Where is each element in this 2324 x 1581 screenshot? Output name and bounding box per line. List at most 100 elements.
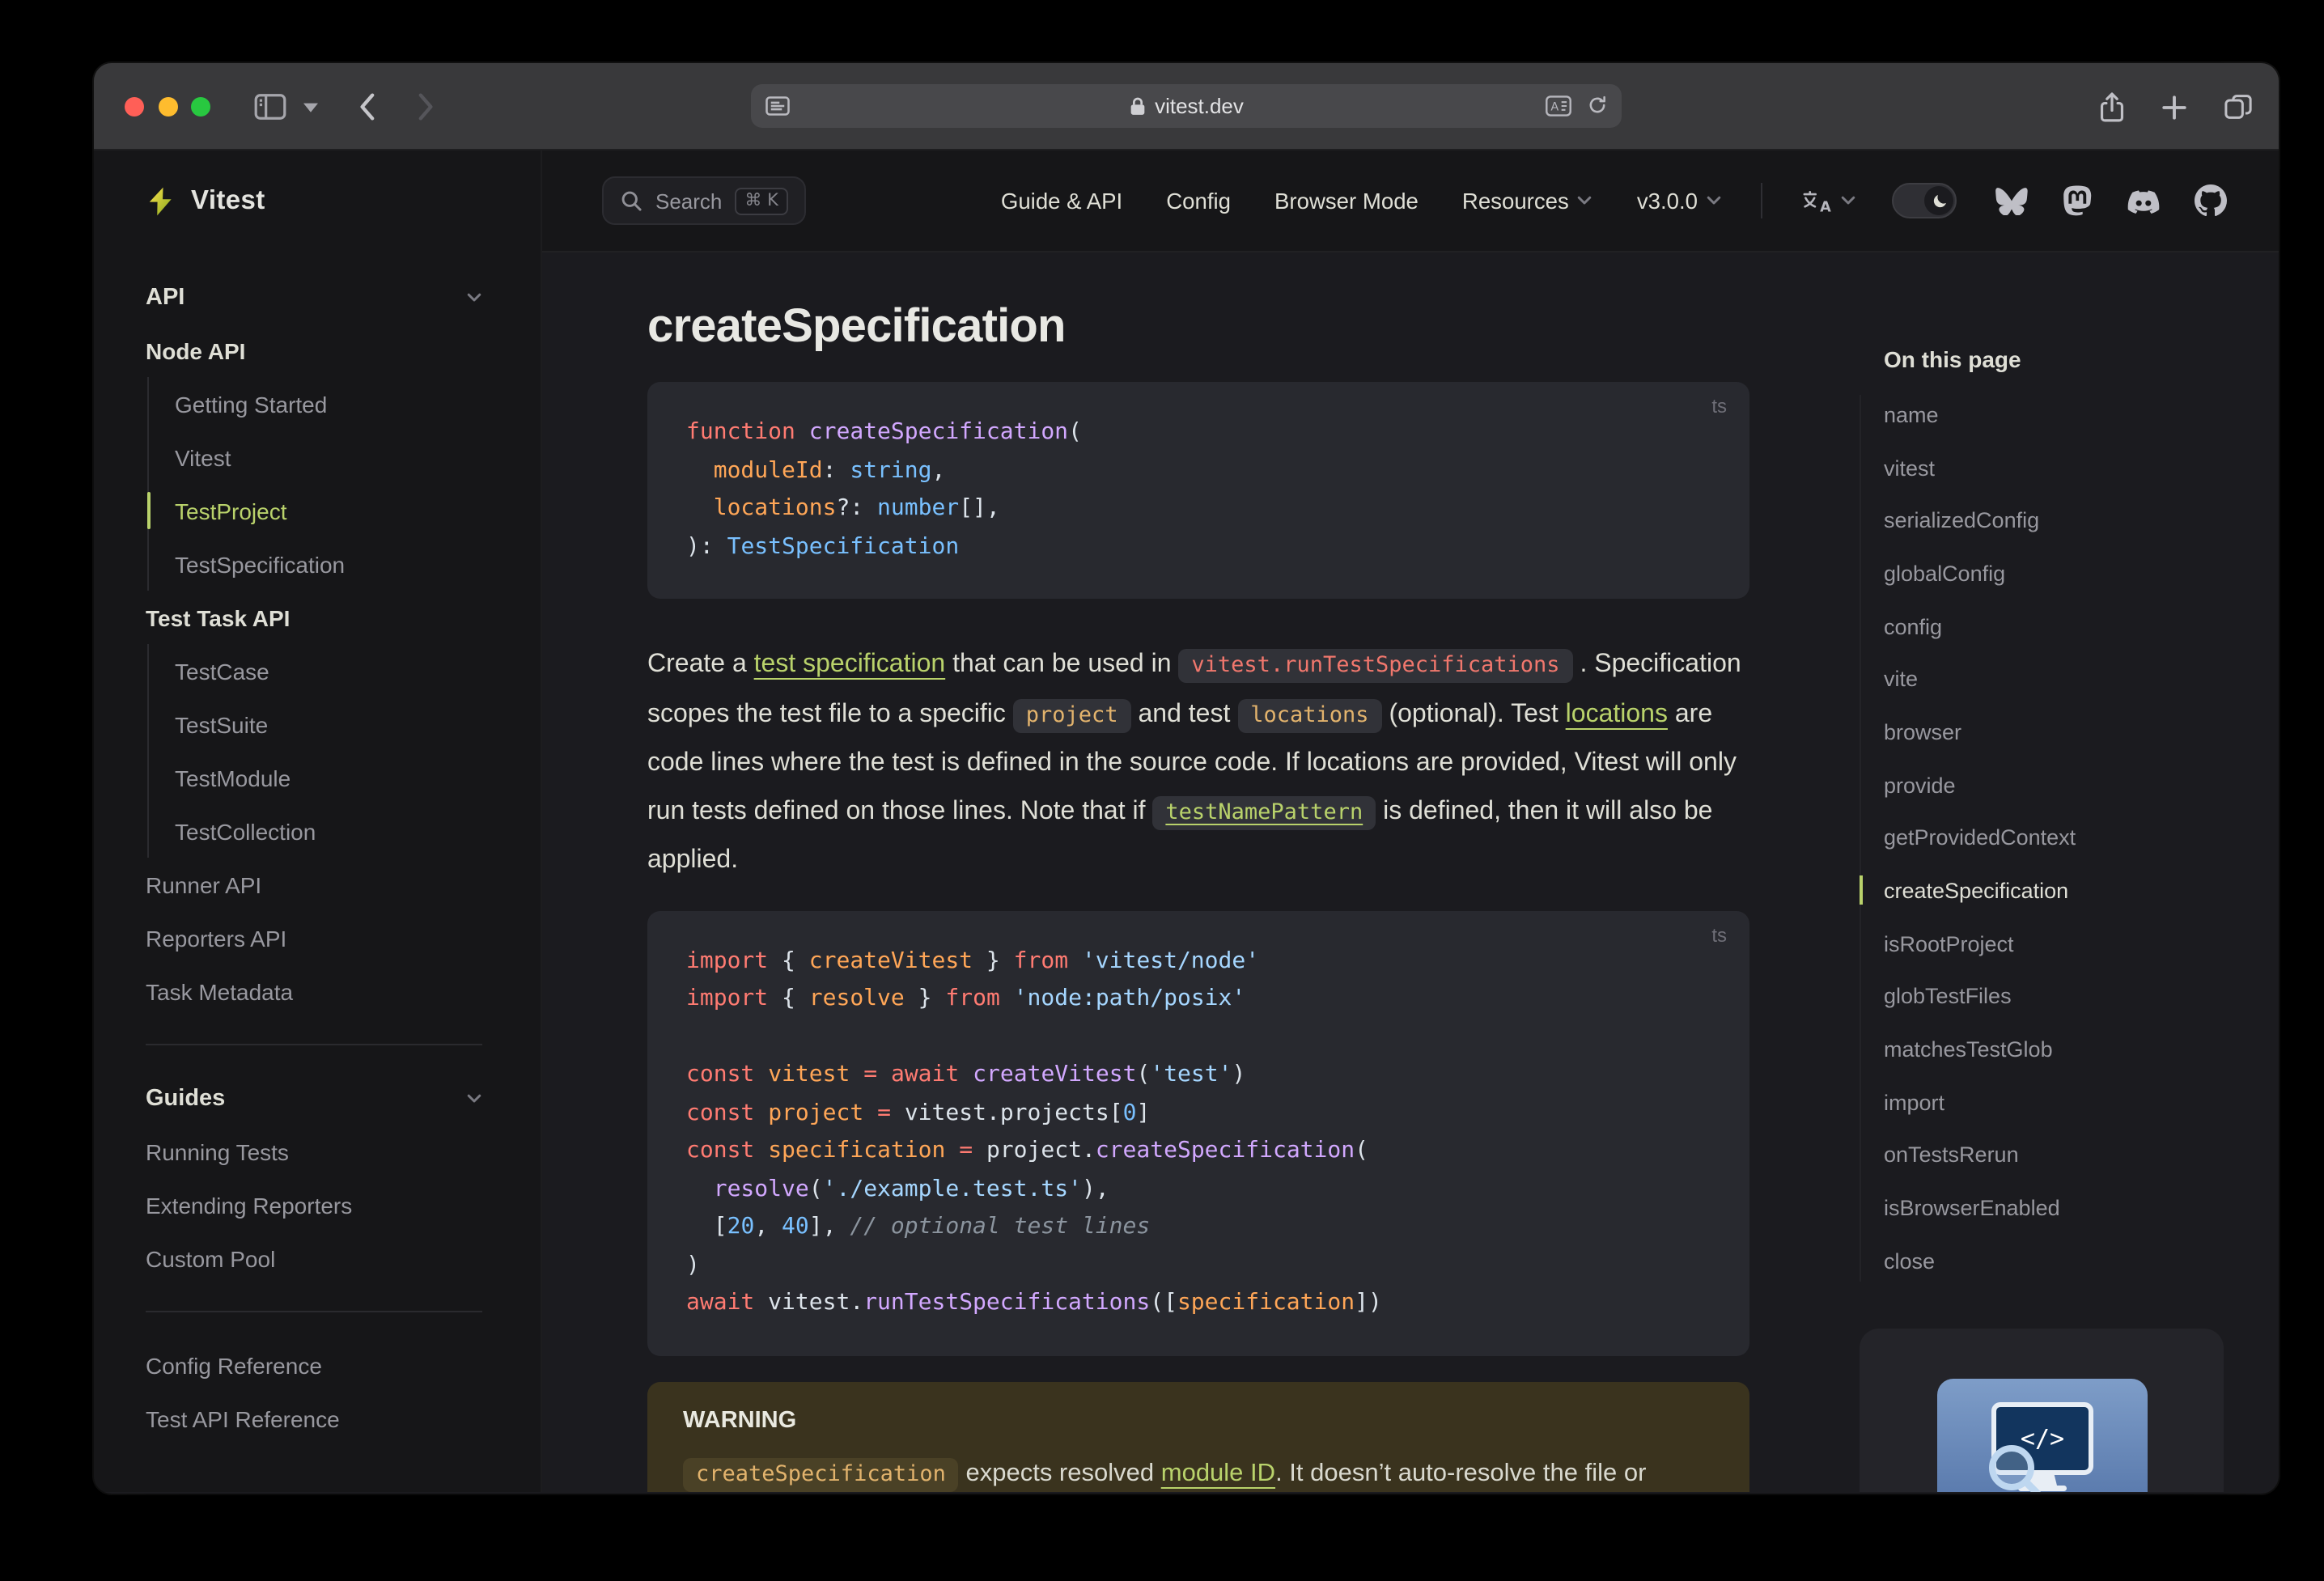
warning-title: WARNING <box>683 1407 797 1433</box>
forward-button[interactable] <box>418 92 435 121</box>
outline-item-createspecification[interactable]: createSpecification <box>1860 864 2279 917</box>
code-block-signature: ts function createSpecification( moduleI… <box>647 382 1749 599</box>
outline-item-matchestestglob[interactable]: matchesTestGlob <box>1884 1024 2279 1076</box>
sidebar-item-vitest[interactable]: Vitest <box>175 430 482 484</box>
vitest-logo[interactable]: Vitest <box>94 150 541 251</box>
tab-group-chevron-button[interactable] <box>303 101 319 112</box>
chevron-down-icon <box>467 292 481 301</box>
sidebar-item-getting-started[interactable]: Getting Started <box>175 377 482 430</box>
main-area: Search ⌘ K Guide & API Config Browser Mode… <box>542 150 2279 1492</box>
sidebar-subitems: TestCase TestSuite TestModule TestCollectio… <box>147 644 482 858</box>
nav-link-v3-0-0[interactable]: v3.0.0 <box>1637 189 1722 213</box>
nav-link-guide-api[interactable]: Guide & API <box>1001 189 1122 213</box>
share-button[interactable] <box>2099 91 2125 123</box>
chevron-down-icon <box>303 102 318 112</box>
sidebar-divider <box>146 1311 482 1312</box>
bluesky-link[interactable] <box>1995 186 2028 215</box>
sidebar-item-running-tests[interactable]: Running Tests <box>146 1125 482 1178</box>
inline-code: vitest.runTestSpecifications <box>1178 649 1573 683</box>
sidebar-item-testcase[interactable]: TestCase <box>175 644 482 697</box>
mastodon-link[interactable] <box>2062 184 2093 217</box>
moon-icon <box>1932 194 1945 207</box>
search-button[interactable]: Search ⌘ K <box>602 176 806 225</box>
outline-item-ontestsrerun[interactable]: onTestsRerun <box>1884 1129 2279 1181</box>
sidebar-item-node-api[interactable]: Node API <box>146 324 482 377</box>
sidebar-divider <box>146 1044 482 1045</box>
theme-toggle-knob <box>1924 186 1953 215</box>
inline-link[interactable]: test specification <box>754 651 946 678</box>
code-example: import { createVitest } from 'vitest/nod… <box>686 947 1382 1316</box>
sidebar-item-testmodule[interactable]: TestModule <box>175 751 482 804</box>
outline-item-import[interactable]: import <box>1884 1076 2279 1129</box>
reader-icon[interactable] <box>765 95 790 125</box>
outline-item-serializedconfig[interactable]: serializedConfig <box>1884 494 2279 547</box>
outline-item-provide[interactable]: provide <box>1884 759 2279 812</box>
outline-item-name[interactable]: name <box>1884 388 2279 441</box>
outline-item-getprovidedcontext[interactable]: getProvidedContext <box>1884 812 2279 864</box>
search-label: Search <box>655 189 723 213</box>
inline-code: locations <box>1237 698 1382 732</box>
language-menu-button[interactable]: A <box>1801 187 1856 214</box>
sidebar-item-config-reference[interactable]: Config Reference <box>146 1338 482 1392</box>
sidebar-item-test-task-api[interactable]: Test Task API <box>146 591 482 644</box>
translate-icon: A <box>1803 189 1831 214</box>
sidebar-toggle-button[interactable] <box>254 94 286 120</box>
sidebar-item-testspecification[interactable]: TestSpecification <box>175 537 482 591</box>
sidebar-section-api[interactable]: API <box>146 270 482 324</box>
inline-code[interactable]: testNamePattern <box>1152 795 1376 829</box>
forward-arrow-icon <box>418 93 433 121</box>
minimize-window-button[interactable] <box>158 97 177 117</box>
inline-link[interactable]: module ID <box>1161 1459 1275 1486</box>
new-tab-button[interactable] <box>2161 93 2188 121</box>
outline-item-config[interactable]: config <box>1884 600 2279 653</box>
sidebar-item-runner-api[interactable]: Runner API <box>146 858 482 911</box>
discord-link[interactable] <box>2127 187 2161 214</box>
tabs-icon <box>2224 95 2252 119</box>
desktop: vitest.dev A Vitest API Node API Getting… <box>0 0 2324 1581</box>
nav-link-resources[interactable]: Resources <box>1462 189 1593 213</box>
svg-text:</>: </> <box>2020 1425 2063 1453</box>
outline-item-isbrowserenabled[interactable]: isBrowserEnabled <box>1884 1182 2279 1235</box>
lock-icon <box>1130 97 1144 115</box>
nav-link-config[interactable]: Config <box>1166 189 1231 213</box>
inline-code: project <box>1012 698 1131 732</box>
sidebar-item-testproject[interactable]: TestProject <box>147 484 482 537</box>
nav-link-browser-mode[interactable]: Browser Mode <box>1274 189 1419 213</box>
zoom-window-button[interactable] <box>191 97 210 117</box>
outline-item-isrootproject[interactable]: isRootProject <box>1884 918 2279 970</box>
outline-item-browser[interactable]: browser <box>1884 706 2279 758</box>
outline-item-globtestfiles[interactable]: globTestFiles <box>1884 970 2279 1023</box>
outline-item-close[interactable]: close <box>1884 1235 2279 1287</box>
address-bar[interactable]: vitest.dev A <box>751 84 1622 128</box>
sidebar-item-custom-pool[interactable]: Custom Pool <box>146 1231 482 1285</box>
sidebar-item-extending-reporters[interactable]: Extending Reporters <box>146 1178 482 1231</box>
outline-panel: On this page name vitest serializedConfig g… <box>1860 252 2279 1492</box>
reload-button[interactable] <box>1586 94 1609 125</box>
outline-list: name vitest serializedConfig globalConfig co… <box>1860 388 2279 1287</box>
tab-overview-button[interactable] <box>2224 94 2253 120</box>
bluesky-icon <box>1995 188 2028 215</box>
sidebar-group-guides: Guides Running Tests Extending Reporters Cu… <box>94 1071 541 1285</box>
theme-toggle[interactable] <box>1892 183 1957 218</box>
outline-item-vite[interactable]: vite <box>1884 653 2279 706</box>
sponsor-card[interactable]: </> <box>1860 1329 2224 1492</box>
top-navbar: Search ⌘ K Guide & API Config Browser Mode… <box>542 150 2279 252</box>
outline-item-globalconfig[interactable]: globalConfig <box>1884 547 2279 600</box>
sidebar-item-testsuite[interactable]: TestSuite <box>175 697 482 751</box>
sponsor-illustration: </> <box>1936 1379 2147 1492</box>
sidebar-item-reporters-api[interactable]: Reporters API <box>146 911 482 964</box>
sidebar-item-testcollection[interactable]: TestCollection <box>175 804 482 858</box>
back-button[interactable] <box>358 92 375 121</box>
sidebar-section-guides[interactable]: Guides <box>146 1071 482 1125</box>
close-window-button[interactable] <box>125 97 144 117</box>
sidebar-item-test-api-reference[interactable]: Test API Reference <box>146 1392 482 1445</box>
sidebar-nav: API Node API Getting Started Vitest TestProj… <box>94 251 541 1445</box>
translate-button[interactable]: A <box>1546 95 1571 125</box>
sidebar-item-task-metadata[interactable]: Task Metadata <box>146 964 482 1018</box>
vitest-bolt-icon <box>149 186 172 215</box>
inline-link[interactable]: locations <box>1566 700 1668 727</box>
github-icon <box>2195 184 2227 217</box>
github-link[interactable] <box>2195 184 2227 217</box>
logo-text: Vitest <box>191 185 265 214</box>
outline-item-vitest[interactable]: vitest <box>1884 441 2279 494</box>
